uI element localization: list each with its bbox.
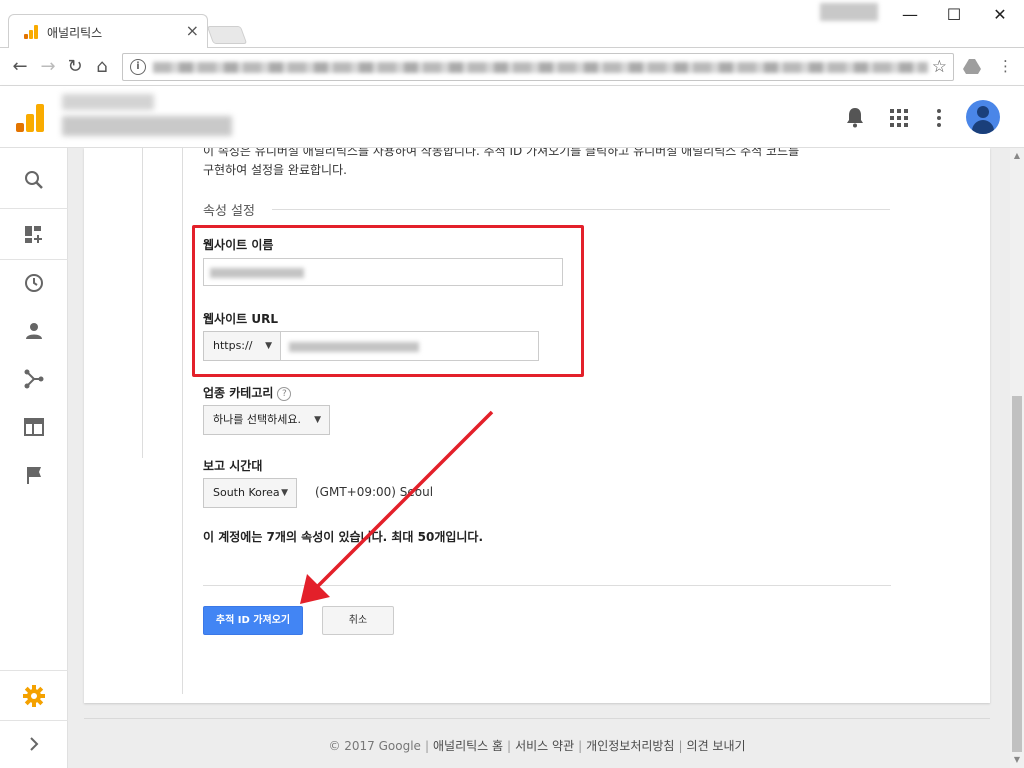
nav-divider bbox=[0, 670, 68, 671]
page-scrollbar[interactable]: ▲ ▼ bbox=[1010, 148, 1024, 768]
apps-grid-icon[interactable] bbox=[890, 109, 908, 127]
profile-name-blurred bbox=[820, 3, 878, 21]
footer-text: © 2017 Google | 애널리틱스 홈 | 서비스 약관 | 개인정보처리방침 | 의견… bbox=[328, 739, 746, 753]
admin-nav[interactable] bbox=[0, 672, 68, 720]
intro-text-line2: 구현하여 설정을 완료합니다. bbox=[203, 163, 347, 177]
caret-down-icon: ▼ bbox=[314, 415, 321, 425]
nav-divider bbox=[0, 208, 68, 209]
maximize-button[interactable]: ☐ bbox=[934, 4, 974, 28]
column-divider bbox=[142, 148, 143, 458]
more-vert-icon[interactable] bbox=[936, 109, 942, 127]
column-divider bbox=[182, 148, 183, 694]
property-name-blurred[interactable] bbox=[62, 116, 232, 136]
industry-value: 하나를 선택하세요. bbox=[213, 413, 301, 426]
footer-link-feedback[interactable]: 의견 보내기 bbox=[687, 739, 746, 753]
clock-icon bbox=[25, 274, 43, 292]
acquisition-nav[interactable] bbox=[0, 355, 68, 403]
timezone-dropdown[interactable]: (GMT+09:00) Seoul bbox=[315, 485, 433, 499]
footer-link-terms[interactable]: 서비스 약관 bbox=[515, 739, 574, 753]
search-icon bbox=[25, 171, 43, 189]
gear-icon bbox=[23, 685, 45, 707]
industry-dropdown[interactable]: 하나를 선택하세요. ▼ bbox=[203, 405, 330, 435]
intro-text-clip: 이 속성은 유니버설 애널리틱스를 사용하여 작동합니다. 추적 ID 가져오기… bbox=[203, 148, 893, 178]
footer-link-analytics-home[interactable]: 애널리틱스 홈 bbox=[433, 739, 503, 753]
browser-titlebar: 애널리틱스 × — ☐ ✕ bbox=[0, 0, 1024, 48]
industry-label: 업종 카테고리? bbox=[203, 384, 292, 401]
url-blurred bbox=[153, 62, 928, 73]
dashboard-add-icon bbox=[25, 226, 42, 243]
audience-nav[interactable] bbox=[0, 307, 68, 355]
scroll-thumb[interactable] bbox=[1012, 396, 1022, 752]
analytics-header bbox=[0, 86, 1024, 148]
search-nav[interactable] bbox=[0, 156, 68, 204]
scroll-up-icon[interactable]: ▲ bbox=[1010, 148, 1024, 164]
avatar-head bbox=[977, 106, 989, 118]
bookmark-star-icon[interactable]: ☆ bbox=[932, 57, 947, 77]
customization-nav[interactable] bbox=[0, 211, 68, 259]
section-title: 속성 설정 bbox=[203, 204, 255, 219]
expand-nav[interactable] bbox=[0, 720, 68, 768]
analytics-favicon-icon bbox=[24, 25, 38, 39]
back-button[interactable]: ← bbox=[8, 55, 32, 79]
behavior-icon bbox=[24, 418, 44, 436]
industry-label-text: 업종 카테고리 bbox=[203, 386, 274, 400]
avatar-body bbox=[972, 120, 994, 134]
behavior-nav[interactable] bbox=[0, 403, 68, 451]
tab-title: 애널리틱스 bbox=[47, 26, 103, 40]
intro-text-line1: 이 속성은 유니버설 애널리틱스를 사용하여 작동합니다. 추적 ID 가져오기… bbox=[203, 148, 800, 158]
chevron-right-icon bbox=[30, 737, 39, 751]
avatar[interactable] bbox=[966, 100, 1000, 134]
info-icon[interactable]: i bbox=[130, 59, 146, 75]
menu-kebab-icon[interactable]: ⋮ bbox=[998, 57, 1013, 75]
acquisition-icon bbox=[24, 369, 44, 389]
flag-icon bbox=[27, 467, 41, 484]
person-icon bbox=[26, 323, 42, 339]
scroll-down-icon[interactable]: ▼ bbox=[1010, 752, 1024, 768]
country-dropdown[interactable]: South Korea ▼ bbox=[203, 478, 297, 508]
left-sidebar bbox=[0, 148, 68, 768]
close-window-button[interactable]: ✕ bbox=[980, 4, 1020, 28]
browser-toolbar: ← → ↻ ⌂ i ☆ ⋮ bbox=[0, 48, 1024, 86]
property-count-info: 이 계정에는 7개의 속성이 있습니다. 최대 50개입니다. bbox=[203, 530, 484, 544]
bell-icon[interactable] bbox=[846, 108, 864, 128]
reload-button[interactable]: ↻ bbox=[63, 55, 87, 79]
forward-button[interactable]: → bbox=[36, 55, 60, 79]
conversions-nav[interactable] bbox=[0, 451, 68, 499]
analytics-logo-icon[interactable] bbox=[16, 104, 44, 132]
drive-extension-icon[interactable] bbox=[963, 59, 981, 75]
account-name-blurred[interactable] bbox=[62, 94, 154, 110]
cancel-button[interactable]: 취소 bbox=[322, 606, 394, 635]
help-icon[interactable]: ? bbox=[277, 387, 292, 401]
address-bar[interactable]: i ☆ bbox=[122, 53, 954, 81]
realtime-nav[interactable] bbox=[0, 259, 68, 307]
footer-link-privacy[interactable]: 개인정보처리방침 bbox=[586, 739, 674, 753]
copyright: © 2017 Google bbox=[328, 739, 421, 753]
caret-down-icon: ▼ bbox=[281, 488, 288, 498]
browser-tab[interactable]: 애널리틱스 × bbox=[8, 14, 208, 48]
section-divider bbox=[272, 209, 890, 210]
home-button[interactable]: ⌂ bbox=[90, 55, 114, 79]
new-tab-button[interactable] bbox=[206, 26, 248, 44]
form-divider bbox=[203, 585, 891, 586]
highlight-box bbox=[192, 225, 584, 377]
get-tracking-id-button[interactable]: 추적 ID 가져오기 bbox=[203, 606, 303, 635]
page-footer: © 2017 Google | 애널리틱스 홈 | 서비스 약관 | 개인정보처리방침 | 의견… bbox=[84, 718, 990, 768]
timezone-label: 보고 시간대 bbox=[203, 459, 263, 473]
country-value: South Korea bbox=[213, 486, 280, 499]
tab-close-icon[interactable]: × bbox=[186, 21, 199, 40]
minimize-button[interactable]: — bbox=[890, 4, 930, 28]
